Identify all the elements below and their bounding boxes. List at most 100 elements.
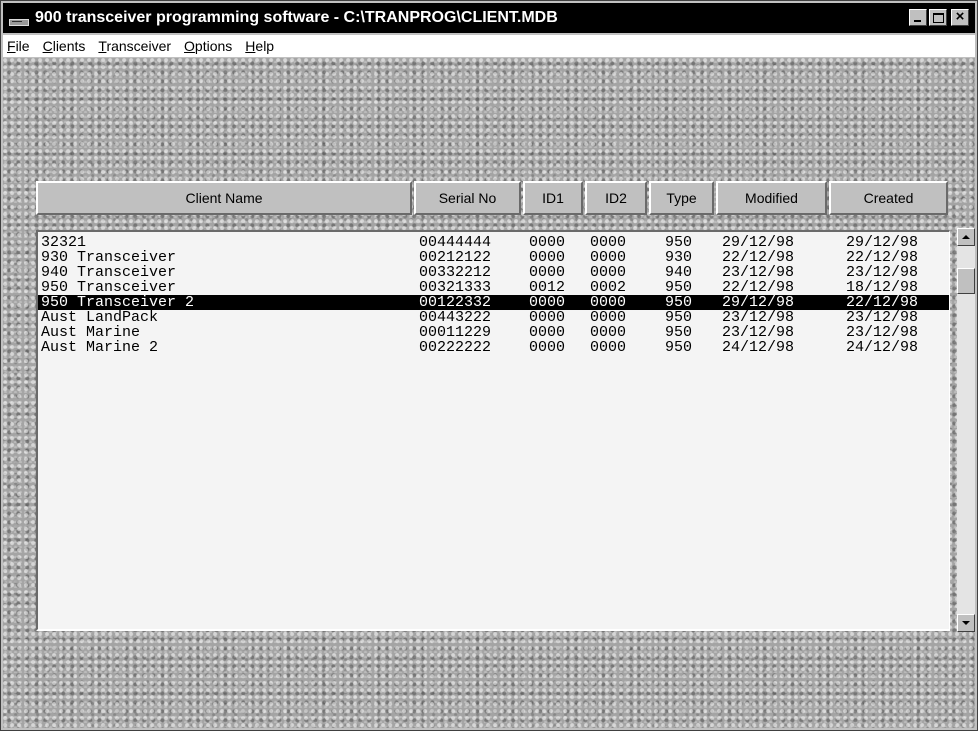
cell-client-name: 930 Transceiver bbox=[41, 249, 177, 266]
menu-clients-label: lients bbox=[52, 38, 86, 54]
cell-modified: 29/12/98 bbox=[722, 234, 795, 251]
list-item-selected[interactable]: 950 Transceiver 2 00122332 0000 0000 950… bbox=[38, 294, 949, 311]
cell-modified: 23/12/98 bbox=[722, 264, 795, 281]
window-title: 900 transceiver programming software - C… bbox=[35, 9, 558, 26]
cell-type: 940 bbox=[665, 264, 693, 281]
cell-id1: 0000 bbox=[529, 339, 566, 356]
client-list[interactable]: 32321 00444444 0000 0000 950 29/12/98 29… bbox=[36, 230, 950, 631]
cell-serial-no: 00321333 bbox=[419, 279, 492, 296]
cell-type: 950 bbox=[665, 324, 693, 341]
menu-help-label: elp bbox=[255, 38, 275, 54]
cell-created: 22/12/98 bbox=[846, 249, 919, 266]
title-bar[interactable]: 900 transceiver programming software - C… bbox=[3, 3, 975, 33]
cell-client-name: 950 Transceiver 2 bbox=[41, 294, 195, 311]
close-button[interactable]: × bbox=[951, 8, 969, 26]
menu-transceiver-label: ransceiver bbox=[106, 38, 172, 54]
cell-serial-no: 00443222 bbox=[419, 309, 492, 326]
minimize-button[interactable] bbox=[909, 9, 927, 26]
vertical-scrollbar[interactable] bbox=[957, 228, 975, 632]
cell-type: 930 bbox=[665, 249, 693, 266]
cell-serial-no: 00122332 bbox=[419, 294, 492, 311]
menu-help[interactable]: Help bbox=[241, 38, 283, 54]
list-item[interactable]: Aust LandPack 00443222 0000 0000 950 23/… bbox=[38, 309, 949, 326]
cell-id2: 0000 bbox=[590, 234, 627, 251]
cell-created: 23/12/98 bbox=[846, 264, 919, 281]
list-item[interactable]: 940 Transceiver 00332212 0000 0000 940 2… bbox=[38, 264, 949, 281]
cell-id1: 0012 bbox=[529, 279, 566, 296]
column-header-created[interactable]: Created bbox=[829, 181, 948, 215]
cell-type: 950 bbox=[665, 294, 693, 311]
column-header-id2[interactable]: ID2 bbox=[585, 181, 647, 215]
menu-file-mnemonic: F bbox=[7, 38, 16, 54]
cell-client-name: Aust LandPack bbox=[41, 309, 159, 326]
cell-client-name: Aust Marine bbox=[41, 324, 141, 341]
maximize-button[interactable] bbox=[929, 9, 947, 26]
menu-transceiver[interactable]: Transceiver bbox=[94, 38, 180, 54]
list-item[interactable]: 950 Transceiver 00321333 0012 0002 950 2… bbox=[38, 279, 949, 296]
cell-created: 23/12/98 bbox=[846, 324, 919, 341]
cell-id1: 0000 bbox=[529, 309, 566, 326]
cell-type: 950 bbox=[665, 279, 693, 296]
scroll-down-button[interactable] bbox=[957, 614, 975, 632]
cell-serial-no: 00332212 bbox=[419, 264, 492, 281]
cell-id1: 0000 bbox=[529, 234, 566, 251]
cell-modified: 22/12/98 bbox=[722, 279, 795, 296]
cell-created: 23/12/98 bbox=[846, 309, 919, 326]
menu-bar: File Clients Transceiver Options Help bbox=[3, 35, 975, 57]
cell-id2: 0000 bbox=[590, 249, 627, 266]
menu-file[interactable]: File bbox=[3, 38, 39, 54]
menu-help-mnemonic: H bbox=[245, 38, 256, 54]
menu-options-mnemonic: O bbox=[184, 38, 195, 54]
scrollbar-thumb[interactable] bbox=[957, 268, 975, 294]
list-item[interactable]: 32321 00444444 0000 0000 950 29/12/98 29… bbox=[38, 234, 949, 251]
cell-client-name: 950 Transceiver bbox=[41, 279, 177, 296]
cell-modified: 29/12/98 bbox=[722, 294, 795, 311]
cell-serial-no: 00444444 bbox=[419, 234, 492, 251]
cell-created: 18/12/98 bbox=[846, 279, 919, 296]
column-header-type[interactable]: Type bbox=[649, 181, 714, 215]
cell-type: 950 bbox=[665, 339, 693, 356]
cell-client-name: 32321 bbox=[41, 234, 87, 251]
column-header-modified[interactable]: Modified bbox=[716, 181, 827, 215]
menu-file-label: ile bbox=[15, 38, 30, 54]
cell-id2: 0000 bbox=[590, 294, 627, 311]
cell-id2: 0002 bbox=[590, 279, 627, 296]
scrollbar-track[interactable] bbox=[957, 246, 975, 614]
cell-client-name: 940 Transceiver bbox=[41, 264, 177, 281]
cell-created: 24/12/98 bbox=[846, 339, 919, 356]
cell-id1: 0000 bbox=[529, 249, 566, 266]
cell-modified: 24/12/98 bbox=[722, 339, 795, 356]
column-header-id1[interactable]: ID1 bbox=[523, 181, 583, 215]
close-icon: × bbox=[955, 8, 965, 25]
cell-id2: 0000 bbox=[590, 264, 627, 281]
menu-options[interactable]: Options bbox=[180, 38, 241, 54]
minimize-icon bbox=[914, 20, 921, 22]
list-item[interactable]: Aust Marine 00011229 0000 0000 950 23/12… bbox=[38, 324, 949, 341]
list-item[interactable]: 930 Transceiver 00212122 0000 0000 930 2… bbox=[38, 249, 949, 266]
arrow-down-icon bbox=[962, 621, 970, 625]
scroll-up-button[interactable] bbox=[957, 228, 975, 246]
menu-clients-mnemonic: C bbox=[42, 38, 53, 54]
cell-modified: 23/12/98 bbox=[722, 324, 795, 341]
cell-type: 950 bbox=[665, 309, 693, 326]
cell-id2: 0000 bbox=[590, 339, 627, 356]
caption-buttons: × bbox=[909, 8, 969, 26]
list-item[interactable]: Aust Marine 2 00222222 0000 0000 950 24/… bbox=[38, 339, 949, 356]
cell-created: 22/12/98 bbox=[846, 294, 919, 311]
maximize-icon bbox=[933, 13, 944, 23]
cell-id1: 0000 bbox=[529, 324, 566, 341]
cell-id1: 0000 bbox=[529, 264, 566, 281]
menu-clients[interactable]: Clients bbox=[39, 38, 95, 54]
cell-modified: 22/12/98 bbox=[722, 249, 795, 266]
column-header-client-name[interactable]: Client Name bbox=[36, 181, 412, 215]
cell-created: 29/12/98 bbox=[846, 234, 919, 251]
cell-serial-no: 00011229 bbox=[419, 324, 492, 341]
cell-serial-no: 00212122 bbox=[419, 249, 492, 266]
column-header-serial-no[interactable]: Serial No bbox=[414, 181, 521, 215]
arrow-up-icon bbox=[962, 235, 970, 239]
cell-id1: 0000 bbox=[529, 294, 566, 311]
app-window: 900 transceiver programming software - C… bbox=[0, 0, 978, 731]
cell-id2: 0000 bbox=[590, 324, 627, 341]
cell-serial-no: 00222222 bbox=[419, 339, 492, 356]
transceiver-app-icon[interactable] bbox=[7, 10, 29, 26]
